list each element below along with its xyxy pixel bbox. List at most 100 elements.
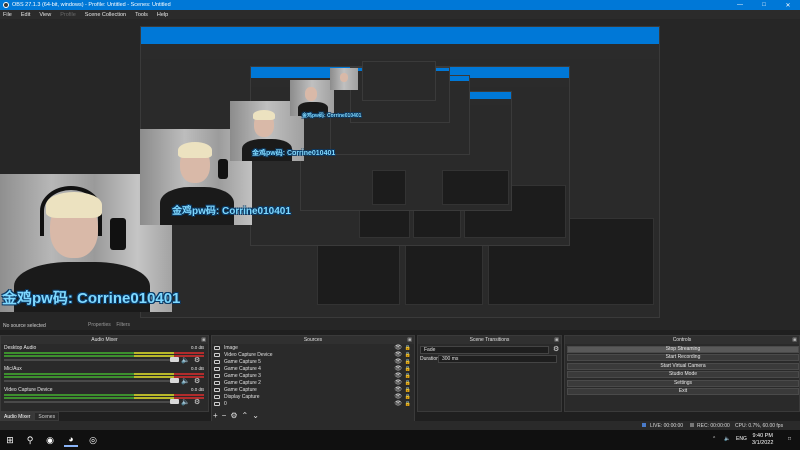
gear-icon[interactable]: ⚙ [553, 345, 559, 353]
gear-icon[interactable]: ⚙ [194, 398, 200, 406]
lock-icon[interactable]: 🔒 [405, 373, 411, 379]
system-clock[interactable]: 9:40 PM 3/1/2022 [752, 433, 773, 447]
duration-input[interactable]: 300 ms [438, 355, 557, 363]
speaker-icon[interactable]: 🔈 [181, 398, 190, 406]
source-item[interactable]: Game Capture 4 👁 🔒 [212, 365, 414, 372]
source-item[interactable]: Image 👁 🔒 [212, 344, 414, 351]
eye-icon[interactable]: 👁 [394, 393, 402, 400]
close-button[interactable]: ✕ [776, 0, 800, 10]
obs-icon[interactable]: ◕ [64, 433, 78, 447]
volume-slider[interactable] [4, 380, 172, 382]
sources-toolbar: + − ⚙ ⌃ ⌄ [213, 411, 259, 420]
menu-edit[interactable]: Edit [21, 12, 30, 18]
audio-mixer-dock: Audio Mixer ▣ Desktop Audio 0.0 dB 🔈 ⚙ Mi… [0, 335, 209, 412]
minimize-button[interactable]: — [728, 0, 752, 10]
filters-button[interactable]: Filters [116, 322, 130, 328]
source-item[interactable]: 0 👁 🔒 [212, 400, 414, 407]
dock-title: Sources ▣ [212, 336, 414, 344]
lock-icon[interactable]: 🔒 [405, 401, 411, 407]
speaker-icon[interactable]: 🔈 [181, 377, 190, 385]
dock-popout-icon[interactable]: ▣ [554, 336, 559, 344]
maximize-button[interactable]: □ [752, 0, 776, 10]
source-item[interactable]: Game Capture 3 👁 🔒 [212, 372, 414, 379]
chrome-icon[interactable]: ◎ [86, 433, 100, 447]
dock-title: Scene Transitions ▣ [418, 336, 561, 344]
channel-db: 0.0 dB [190, 345, 204, 350]
source-item[interactable]: Display Capture 👁 🔒 [212, 393, 414, 400]
settings-button[interactable]: Settings [567, 380, 799, 387]
eye-icon[interactable]: 👁 [394, 344, 402, 351]
remove-source-icon[interactable]: − [222, 411, 227, 420]
steam-icon[interactable]: ◉ [43, 433, 57, 447]
start-recording-button[interactable]: Start Recording [567, 354, 799, 361]
source-item[interactable]: Game Capture 5 👁 🔒 [212, 358, 414, 365]
lock-icon[interactable]: 🔒 [405, 394, 411, 400]
stream-overlay-text: 金鸡pw码: Corrine010401 [172, 206, 291, 217]
lock-icon[interactable]: 🔒 [405, 380, 411, 386]
tab-scenes[interactable]: Scenes [34, 412, 60, 421]
volume-meter [4, 394, 204, 396]
language-indicator[interactable]: ENG [736, 436, 747, 442]
speaker-icon[interactable]: 🔈 [181, 356, 190, 364]
add-source-icon[interactable]: + [213, 411, 218, 420]
volume-slider-handle[interactable] [170, 357, 179, 362]
menu-scene-collection[interactable]: Scene Collection [85, 12, 126, 18]
audio-channel: Mic/Aux 0.0 dB 🔈 ⚙ [1, 365, 208, 386]
dock-popout-icon[interactable]: ▣ [792, 336, 797, 344]
gear-icon[interactable]: ⚙ [194, 356, 200, 364]
lock-icon[interactable]: 🔒 [405, 366, 411, 372]
volume-slider[interactable] [4, 401, 172, 403]
eye-icon[interactable]: 👁 [394, 379, 402, 386]
volume-slider-handle[interactable] [170, 399, 179, 404]
stream-overlay-text: 金鸡pw码: Corrine010401 [302, 113, 362, 119]
gamepad-icon [214, 373, 220, 378]
eye-icon[interactable]: 👁 [394, 372, 402, 379]
search-icon[interactable]: ⚲ [23, 433, 37, 447]
lock-icon[interactable]: 🔒 [405, 345, 411, 351]
eye-icon[interactable]: 👁 [394, 351, 402, 358]
exit-button[interactable]: Exit [567, 388, 799, 395]
eye-icon[interactable]: 👁 [394, 365, 402, 372]
cpu-fps: CPU: 0.7%, 60.00 fps [735, 423, 784, 429]
tray-chevron-icon[interactable]: ⌃ [712, 436, 716, 442]
start-virtual-camera-button[interactable]: Start Virtual Camera [567, 363, 799, 370]
webcam-feed [330, 68, 358, 90]
camera-icon [214, 352, 220, 357]
stop-streaming-button[interactable]: Stop Streaming [567, 346, 799, 353]
gear-icon[interactable]: ⚙ [230, 411, 237, 420]
menu-help[interactable]: Help [157, 12, 168, 18]
dock-popout-icon[interactable]: ▣ [407, 336, 412, 344]
properties-button[interactable]: Properties [88, 322, 111, 328]
menu-profile[interactable]: Profile [60, 12, 76, 18]
dock-popout-icon[interactable]: ▣ [201, 336, 206, 344]
windows-taskbar: ⊞ ⚲ ◉ ◕ ◎ ⌃ 🔈 ENG 9:40 PM 3/1/2022 □ [0, 430, 800, 450]
volume-slider-handle[interactable] [170, 378, 179, 383]
menu-view[interactable]: View [39, 12, 51, 18]
source-item[interactable]: Game Capture 2 👁 🔒 [212, 379, 414, 386]
lock-icon[interactable]: 🔒 [405, 387, 411, 393]
studio-mode-button[interactable]: Studio Mode [567, 371, 799, 378]
menu-file[interactable]: File [3, 12, 12, 18]
eye-icon[interactable]: 👁 [394, 400, 402, 407]
gear-icon[interactable]: ⚙ [194, 377, 200, 385]
lock-icon[interactable]: 🔒 [405, 352, 411, 358]
stream-overlay-text: 金鸡pw码: Corrine010401 [2, 290, 181, 307]
windows-start-icon[interactable]: ⊞ [3, 433, 17, 447]
transition-select[interactable]: Fade [420, 346, 549, 354]
tab-audio-mixer[interactable]: Audio Mixer [0, 412, 35, 421]
volume-icon[interactable]: 🔈 [724, 436, 730, 442]
eye-icon[interactable]: 👁 [394, 358, 402, 365]
live-time: LIVE: 00:00:00 [650, 423, 684, 429]
volume-meter [4, 352, 204, 354]
status-bar: LIVE: 00:00:00 REC: 00:00:00 CPU: 0.7%, … [0, 421, 800, 430]
scene-transitions-dock: Scene Transitions ▣ Fade ⚙ Duration 300 m… [417, 335, 562, 412]
eye-icon[interactable]: 👁 [394, 386, 402, 393]
menu-tools[interactable]: Tools [135, 12, 148, 18]
source-item[interactable]: Game Capture 👁 🔒 [212, 386, 414, 393]
move-up-icon[interactable]: ⌃ [242, 411, 249, 420]
move-down-icon[interactable]: ⌄ [252, 411, 259, 420]
lock-icon[interactable]: 🔒 [405, 359, 411, 365]
source-item[interactable]: Video Capture Device 👁 🔒 [212, 351, 414, 358]
notification-icon[interactable]: □ [788, 436, 791, 442]
volume-slider[interactable] [4, 359, 172, 361]
